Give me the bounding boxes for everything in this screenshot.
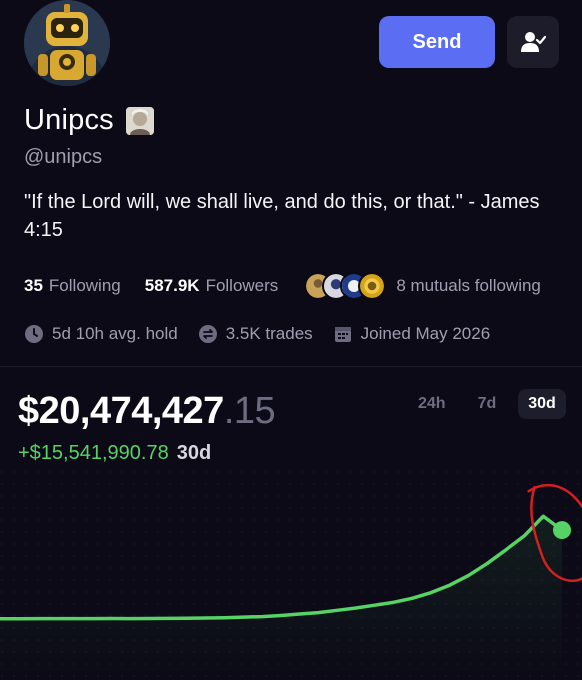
range-tab-24h[interactable]: 24h [408,389,456,419]
portfolio-change: +$15,541,990.78 30d [18,442,211,465]
user-check-icon [521,32,546,52]
profile-page: Send Unipcs @unipcs "If the Lord will, w… [0,0,582,680]
profile-avatar[interactable] [24,0,110,86]
avg-hold: 5d 10h avg. hold [24,324,178,344]
send-button[interactable]: Send [379,16,495,68]
following-label: Following [48,276,121,295]
joined: Joined May 2026 [333,324,490,344]
section-divider [0,366,582,367]
trades-text: 3.5K trades [225,324,313,343]
followers-stat[interactable]: 587.9K Followers [145,276,279,296]
portfolio-value: $20,474,427.15 [18,390,276,433]
meta-row: 5d 10h avg. hold 3.5K trades Joined May … [24,324,510,344]
calendar-icon [334,327,351,342]
change-period: 30d [176,442,212,464]
portfolio-chart[interactable] [0,470,582,680]
display-name: Unipcs [24,104,114,136]
clock-icon [25,325,43,343]
mutuals-label[interactable]: 8 mutuals following [396,276,541,296]
mutual-avatar [358,272,387,300]
portfolio-value-int: $20,474,427 [18,390,224,432]
followers-label: Followers [205,276,279,295]
change-value: +$15,541,990.78 [18,442,169,464]
range-tab-7d[interactable]: 7d [468,389,507,419]
swap-icon [198,325,217,343]
profile-bio: "If the Lord will, we shall live, and do… [24,191,540,241]
followers-count: 587.9K [144,276,200,295]
profile-handle: @unipcs [24,146,103,168]
trades: 3.5K trades [198,324,313,344]
following-stat[interactable]: 35 Following [24,276,121,296]
stats-row: 35 Following 587.9K Followers 8 mutuals fo… [24,272,541,300]
name-row: Unipcs [24,104,154,137]
portfolio-value-dec: .15 [223,390,276,432]
robot-avatar-icon [24,0,110,86]
following-count: 35 [24,276,43,295]
portfolio-chart-svg [0,470,582,680]
chart-current-point [553,521,571,540]
follow-button[interactable] [507,16,559,68]
avg-hold-text: 5d 10h avg. hold [52,324,178,343]
portrait-badge-icon [125,106,154,135]
range-tabs: 24h 7d 30d [396,389,566,419]
joined-text: Joined May 2026 [360,324,491,343]
range-tab-30d[interactable]: 30d [518,389,566,419]
mutual-avatars[interactable] [304,272,387,300]
